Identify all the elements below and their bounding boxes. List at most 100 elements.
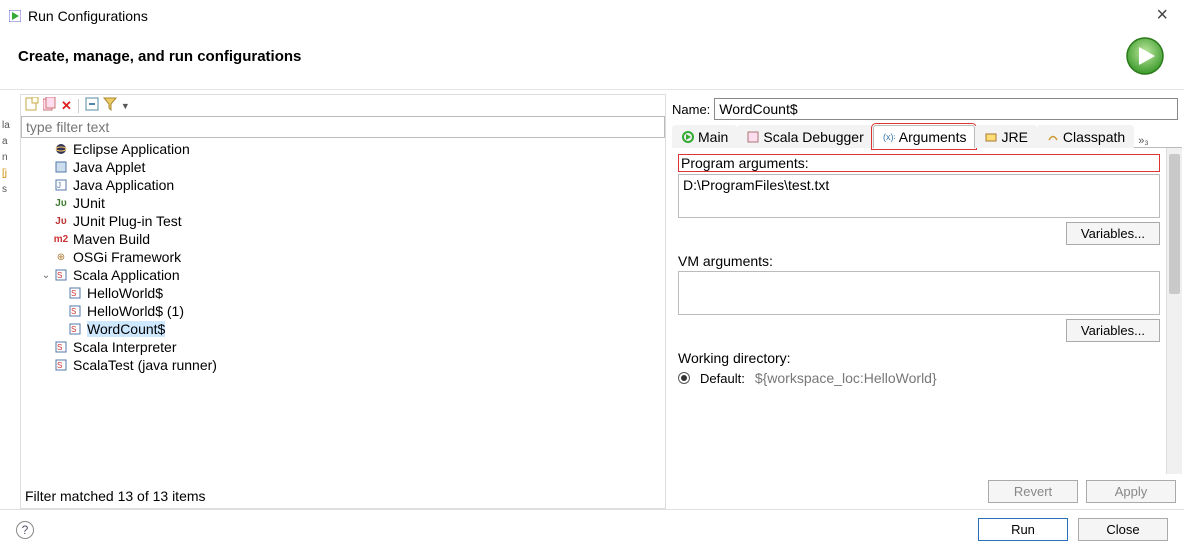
titlebar: Run Configurations × — [0, 0, 1184, 29]
run-config-icon — [8, 9, 22, 23]
svg-text:J: J — [57, 181, 61, 190]
applet-icon — [53, 160, 69, 174]
filter-icon[interactable] — [103, 97, 117, 114]
rail-fragment-icon: n — [2, 152, 16, 166]
toolbar-sep — [78, 99, 79, 113]
filter-status: Filter matched 13 of 13 items — [21, 486, 665, 508]
arguments-tab-body: Program arguments: Variables... VM argum… — [672, 148, 1166, 474]
body: la a n [j s ✕ ▼ Eclipse Application Java… — [0, 90, 1184, 509]
scala-icon: S — [53, 340, 69, 354]
program-variables-button[interactable]: Variables... — [1066, 222, 1160, 245]
junit-icon: Jᴜ — [53, 214, 69, 228]
footer: ? Run Close — [0, 509, 1184, 549]
working-dir-default-row: Default: ${workspace_loc:HelloWorld} — [678, 370, 1160, 386]
tab-classpath[interactable]: Classpath — [1037, 125, 1134, 148]
left-toolbar: ✕ ▼ — [21, 95, 665, 116]
page-title: Create, manage, and run configurations — [18, 48, 301, 65]
svg-text:S: S — [57, 343, 62, 352]
svg-text:S: S — [57, 361, 62, 370]
tab-main[interactable]: Main — [672, 125, 737, 148]
collapse-all-icon[interactable] — [85, 97, 99, 114]
rail-fragment-icon: la — [2, 120, 16, 134]
program-args-input[interactable] — [678, 174, 1160, 218]
name-input[interactable] — [714, 98, 1178, 120]
filter-box — [21, 116, 665, 138]
classpath-icon — [1046, 130, 1060, 144]
scala-icon: S — [67, 286, 83, 300]
tree-item-helloworld-1[interactable]: SHelloWorld$ (1) — [21, 302, 665, 320]
junit-icon: Jᴜ — [53, 196, 69, 210]
delete-config-icon[interactable]: ✕ — [61, 98, 72, 114]
run-configurations-window: Run Configurations × Create, manage, and… — [0, 0, 1184, 549]
tab-arguments[interactable]: (x)=Arguments — [873, 125, 976, 148]
rail-fragment-icon: s — [2, 184, 16, 198]
maven-icon: m2 — [53, 232, 69, 246]
debugger-icon — [746, 130, 760, 144]
working-dir-label: Working directory: — [678, 350, 1160, 366]
help-icon[interactable]: ? — [16, 521, 34, 539]
tab-jre[interactable]: JRE — [975, 125, 1036, 148]
arguments-icon: (x)= — [882, 130, 896, 144]
left-panel: ✕ ▼ Eclipse Application Java Applet JJav… — [20, 94, 666, 509]
tree-item-scala-app[interactable]: ⌄SScala Application — [21, 266, 665, 284]
tabs-row: Main Scala Debugger (x)=Arguments JRE Cl… — [672, 124, 1182, 148]
default-radio[interactable] — [678, 372, 690, 384]
tree-item-eclipse-app[interactable]: Eclipse Application — [21, 140, 665, 158]
header: Create, manage, and run configurations — [0, 29, 1184, 89]
vertical-scrollbar[interactable] — [1166, 148, 1182, 474]
filter-input[interactable] — [21, 116, 665, 138]
tree-item-junit[interactable]: JᴜJUnit — [21, 194, 665, 212]
tree-item-wordcount[interactable]: SWordCount$ — [21, 320, 665, 338]
tree-item-helloworld[interactable]: SHelloWorld$ — [21, 284, 665, 302]
tree-item-osgi[interactable]: ⊕OSGi Framework — [21, 248, 665, 266]
new-config-icon[interactable] — [25, 97, 39, 114]
scrollbar-thumb[interactable] — [1169, 154, 1180, 294]
scala-icon: S — [53, 358, 69, 372]
tree-item-maven[interactable]: m2Maven Build — [21, 230, 665, 248]
default-value: ${workspace_loc:HelloWorld} — [755, 370, 937, 386]
name-row: Name: — [672, 94, 1182, 124]
tabs-overflow[interactable]: »₃ — [1138, 135, 1149, 147]
vm-args-input[interactable] — [678, 271, 1160, 315]
window-title: Run Configurations — [28, 8, 148, 24]
svg-text:S: S — [57, 271, 62, 280]
rail-fragment-icon: [j — [2, 168, 16, 182]
svg-text:S: S — [71, 289, 76, 298]
tree-item-java-applet[interactable]: Java Applet — [21, 158, 665, 176]
run-circle-icon — [1124, 35, 1166, 77]
rail-fragment-icon: a — [2, 136, 16, 150]
scala-icon: S — [67, 322, 83, 336]
scala-icon: S — [53, 268, 69, 282]
eclipse-icon — [53, 142, 69, 156]
program-args-label: Program arguments: — [678, 154, 1160, 172]
tree-item-scala-interpreter[interactable]: SScala Interpreter — [21, 338, 665, 356]
chevron-down-icon[interactable]: ⌄ — [39, 270, 53, 281]
tab-content: Program arguments: Variables... VM argum… — [672, 148, 1182, 474]
tree-item-java-app[interactable]: JJava Application — [21, 176, 665, 194]
apply-button[interactable]: Apply — [1086, 480, 1176, 503]
vm-args-label: VM arguments: — [678, 253, 1160, 269]
svg-text:(x)=: (x)= — [883, 132, 895, 142]
jre-icon — [984, 130, 998, 144]
close-icon[interactable]: × — [1148, 4, 1176, 27]
run-button[interactable]: Run — [978, 518, 1068, 541]
osgi-icon: ⊕ — [53, 250, 69, 264]
copy-config-icon[interactable] — [43, 97, 57, 114]
svg-text:S: S — [71, 325, 76, 334]
tab-scala-debugger[interactable]: Scala Debugger — [737, 125, 872, 148]
close-button[interactable]: Close — [1078, 518, 1168, 541]
left-rail-fragment: la a n [j s — [0, 94, 18, 509]
main-icon — [681, 130, 695, 144]
java-icon: J — [53, 178, 69, 192]
revert-button[interactable]: Revert — [988, 480, 1078, 503]
scala-icon: S — [67, 304, 83, 318]
name-label: Name: — [672, 102, 710, 117]
vm-variables-button[interactable]: Variables... — [1066, 319, 1160, 342]
default-label: Default: — [700, 371, 745, 386]
right-panel: Name: Main Scala Debugger (x)=Arguments … — [672, 94, 1182, 509]
config-tree[interactable]: Eclipse Application Java Applet JJava Ap… — [21, 138, 665, 486]
tree-item-scalatest[interactable]: SScalaTest (java runner) — [21, 356, 665, 374]
revert-apply-row: Revert Apply — [672, 474, 1182, 509]
tree-item-junit-plugin[interactable]: JᴜJUnit Plug-in Test — [21, 212, 665, 230]
dropdown-icon[interactable]: ▼ — [121, 101, 130, 111]
